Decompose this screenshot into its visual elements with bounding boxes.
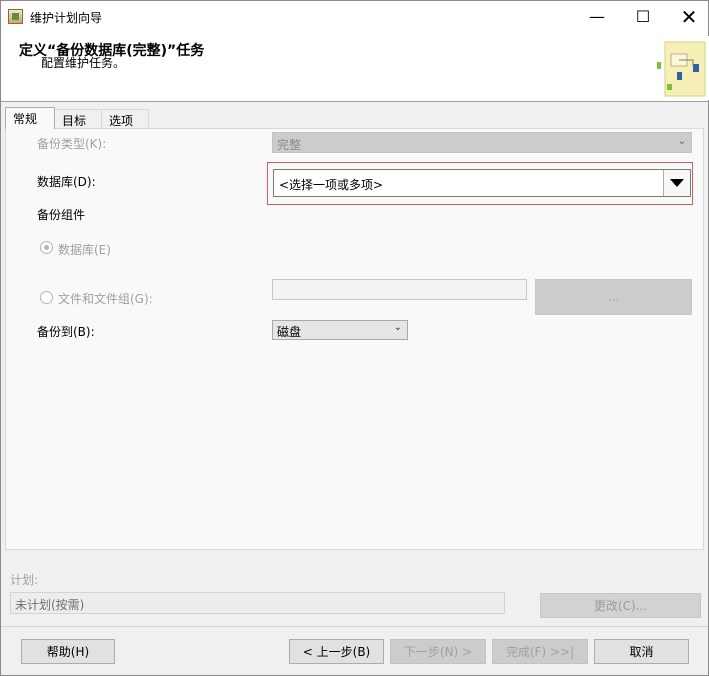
title-bar: 维护计划向导 — ☐ ✕ (1, 1, 708, 32)
backup-type-label: 备份类型(K): (37, 137, 107, 151)
maximize-button[interactable]: ☐ (620, 1, 666, 32)
backup-component-label: 备份组件 (37, 208, 86, 222)
files-radio-label: 文件和文件组(G): (58, 292, 153, 306)
browse-button: ... (535, 279, 692, 315)
chevron-down-icon: ⌄ (393, 322, 402, 333)
backup-to-value: 磁盘 (277, 325, 302, 339)
database-label: 数据库(D): (37, 175, 96, 189)
close-button[interactable]: ✕ (666, 1, 709, 32)
wizard-header: 定义“备份数据库(完整)”任务 配置维护任务。 (1, 32, 709, 102)
minimize-button[interactable]: — (574, 1, 620, 32)
window-title: 维护计划向导 (30, 11, 103, 25)
wizard-window: 维护计划向导 — ☐ ✕ 定义“备份数据库(完整)”任务 配置维护任务。 常规 … (0, 0, 709, 676)
schedule-value: 未计划(按需) (10, 592, 505, 614)
database-radio-label: 数据库(E) (58, 243, 111, 257)
page-subtitle: 配置维护任务。 (41, 56, 126, 70)
files-radio (40, 291, 53, 304)
database-select[interactable]: <选择一项或多项> (273, 169, 691, 197)
backup-type-select: 完整 ⌄ (272, 132, 692, 153)
change-schedule-button: 更改(C)... (540, 593, 701, 618)
finish-button: 完成(F) >>| (492, 639, 588, 664)
database-select-value: <选择一项或多项> (279, 178, 384, 192)
previous-button[interactable]: < 上一步(B) (289, 639, 384, 664)
dropdown-arrow-icon[interactable] (663, 170, 690, 196)
chevron-down-icon: ⌄ (677, 136, 686, 147)
app-icon (8, 9, 23, 24)
files-input (272, 279, 527, 300)
schedule-label: 计划: (10, 573, 39, 587)
backup-to-label: 备份到(B): (37, 325, 95, 339)
general-tab-panel: 备份类型(K): 完整 ⌄ 数据库(D): <选择一项或多项> 备份组件 数据库… (5, 128, 704, 550)
next-button: 下一步(N) > (390, 639, 486, 664)
backup-type-value: 完整 (277, 138, 302, 152)
tab-options[interactable]: 选项 (101, 109, 149, 129)
tab-target[interactable]: 目标 (54, 109, 102, 129)
wizard-banner-icon (653, 36, 709, 100)
backup-to-select[interactable]: 磁盘 ⌄ (272, 320, 408, 340)
help-button[interactable]: 帮助(H) (21, 639, 115, 664)
tab-general[interactable]: 常规 (5, 107, 55, 129)
cancel-button[interactable]: 取消 (594, 639, 689, 664)
database-radio (40, 241, 53, 254)
